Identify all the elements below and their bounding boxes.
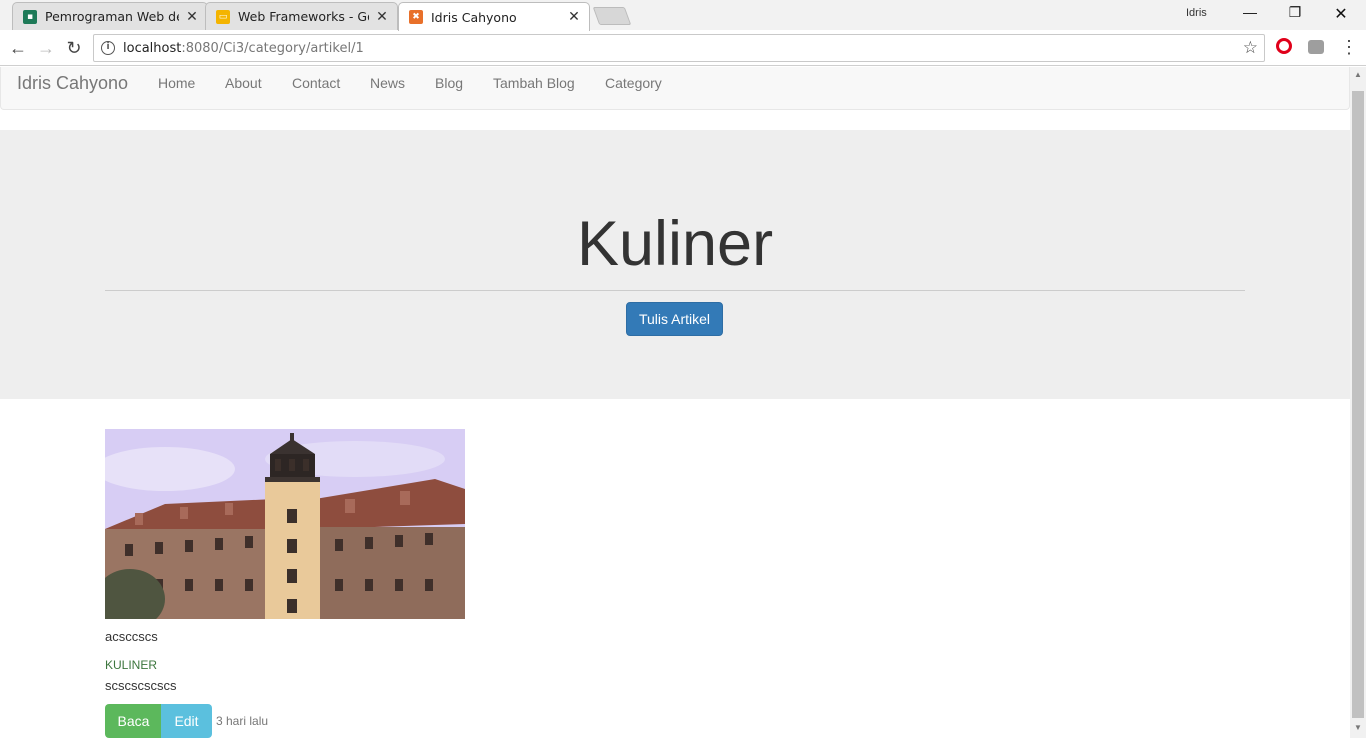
opera-icon[interactable] (1276, 38, 1292, 54)
edit-button[interactable]: Edit (161, 704, 212, 738)
extension-icon[interactable] (1308, 40, 1324, 54)
nav-category[interactable]: Category (605, 75, 662, 91)
read-button[interactable]: Baca (105, 704, 162, 738)
reload-icon[interactable]: ↻ (62, 36, 86, 60)
page-viewport: Idris Cahyono Home About Contact News Bl… (0, 67, 1350, 738)
classroom-icon: ▪ (23, 9, 37, 24)
close-icon[interactable]: ✕ (375, 9, 389, 25)
menu-icon[interactable]: ⋮ (1340, 36, 1358, 58)
forward-icon[interactable]: → (34, 36, 58, 60)
back-icon[interactable]: ← (6, 36, 30, 60)
nav-tambah-blog[interactable]: Tambah Blog (493, 75, 575, 91)
slides-icon: ▭ (216, 9, 230, 24)
address-bar[interactable]: i localhost:8080/Ci3/category/artikel/1 … (93, 34, 1265, 62)
tab-pemrograman-web[interactable]: ▪ Pemrograman Web deng ✕ (12, 2, 208, 30)
tab-title: Pemrograman Web deng (45, 9, 179, 24)
new-tab-button[interactable] (592, 7, 632, 25)
article-excerpt: scscscscscs (105, 678, 177, 693)
nav-home[interactable]: Home (158, 75, 195, 91)
restore-icon[interactable]: ❐ (1280, 4, 1310, 24)
scrollbar-thumb[interactable] (1352, 91, 1364, 718)
nav-news[interactable]: News (370, 75, 405, 91)
article-thumbnail[interactable] (105, 429, 465, 619)
profile-name[interactable]: Idris (1186, 7, 1207, 19)
scroll-up-icon[interactable]: ▲ (1350, 70, 1366, 79)
page-title: Kuliner (576, 209, 774, 279)
divider (105, 290, 1245, 291)
xampp-icon: ✖ (409, 10, 423, 24)
minimize-icon[interactable]: — (1235, 4, 1265, 24)
write-article-button[interactable]: Tulis Artikel (626, 302, 723, 336)
nav-contact[interactable]: Contact (292, 75, 340, 91)
site-navbar: Idris Cahyono Home About Contact News Bl… (0, 67, 1350, 110)
close-icon[interactable]: ✕ (185, 9, 199, 25)
close-icon[interactable]: ✕ (567, 9, 581, 25)
scroll-down-icon[interactable]: ▼ (1350, 723, 1366, 732)
tab-strip: ▪ Pemrograman Web deng ✕ ▭ Web Framework… (0, 0, 1366, 31)
article-timestamp: 3 hari lalu (216, 714, 269, 728)
tab-idris-cahyono[interactable]: ✖ Idris Cahyono ✕ (398, 2, 590, 31)
info-icon[interactable]: i (101, 41, 115, 55)
site-brand[interactable]: Idris Cahyono (17, 73, 128, 94)
close-window-icon[interactable]: ✕ (1326, 4, 1356, 24)
nav-blog[interactable]: Blog (435, 75, 463, 91)
article-title[interactable]: acsccscs (105, 629, 158, 644)
jumbotron: Kuliner Tulis Artikel (0, 130, 1350, 399)
browser-toolbar: ← → ↻ i localhost:8080/Ci3/category/arti… (0, 30, 1366, 66)
url-path: :8080/Ci3/category/artikel/1 (181, 40, 364, 56)
tab-title: Web Frameworks - Goog (238, 9, 369, 24)
page-scrollbar[interactable]: ▲ ▼ (1350, 67, 1366, 738)
star-icon[interactable]: ☆ (1243, 38, 1258, 58)
url-host: localhost (123, 40, 182, 56)
tab-title: Idris Cahyono (431, 9, 517, 25)
article-category[interactable]: KULINER (105, 658, 157, 672)
tab-web-frameworks[interactable]: ▭ Web Frameworks - Goog ✕ (205, 2, 398, 30)
nav-about[interactable]: About (225, 75, 262, 91)
